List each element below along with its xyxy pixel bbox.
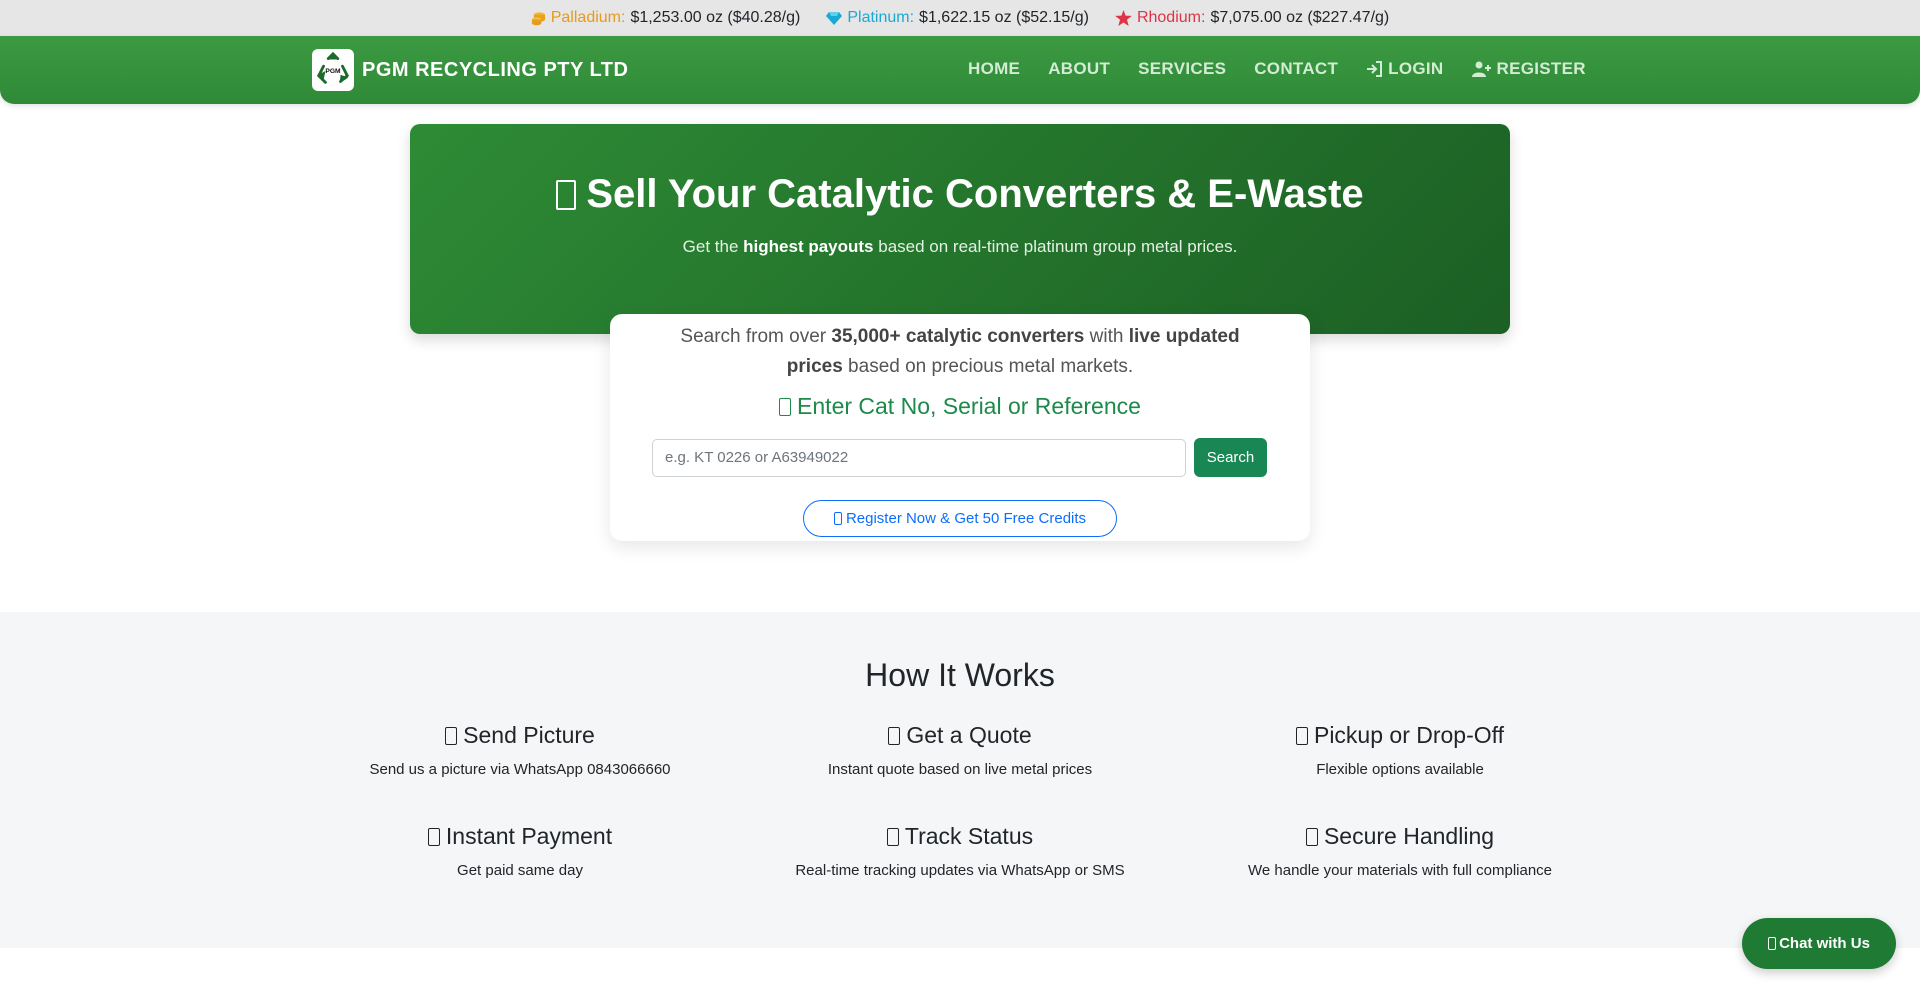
step-desc: We handle your materials with full compl… bbox=[1247, 862, 1553, 879]
search-intro-part: based on precious metal markets. bbox=[842, 356, 1134, 377]
user-plus-icon bbox=[1471, 61, 1491, 77]
hero-title-text: Sell Your Catalytic Converters & E-Waste bbox=[586, 172, 1364, 216]
search-heading: Enter Cat No, Serial or Reference bbox=[610, 393, 1310, 420]
step-title: Secure Handling bbox=[1180, 823, 1620, 850]
step-desc: Flexible options available bbox=[1316, 761, 1484, 778]
ticker-rhodium: Rhodium: $7,075.00 oz ($227.47/g) bbox=[1115, 9, 1389, 27]
search-intro-part: Search from over bbox=[680, 326, 832, 347]
step-instant-payment: Instant Payment Get paid same day bbox=[300, 823, 740, 879]
how-it-works-section: How It Works Send Picture Send us a pict… bbox=[0, 612, 1920, 948]
search-intro: Search from over 35,000+ catalytic conve… bbox=[660, 322, 1260, 382]
step-title: Get a Quote bbox=[740, 722, 1180, 749]
missing-glyph-icon bbox=[779, 397, 792, 416]
logo-text: PGM bbox=[325, 68, 341, 75]
missing-glyph-icon bbox=[1295, 726, 1308, 745]
missing-glyph-icon bbox=[888, 726, 901, 745]
ticker-platinum-value: $1,622.15 oz ($52.15/g) bbox=[919, 9, 1089, 26]
step-title: Send Picture bbox=[300, 722, 740, 749]
nav-about[interactable]: ABOUT bbox=[1048, 59, 1110, 79]
gem-icon bbox=[826, 12, 843, 25]
hero-banner: Sell Your Catalytic Converters & E-Waste… bbox=[410, 124, 1510, 334]
step-track-status: Track Status Real-time tracking updates … bbox=[740, 823, 1180, 879]
nav-contact[interactable]: CONTACT bbox=[1254, 59, 1338, 79]
missing-glyph-icon bbox=[833, 512, 842, 525]
step-title-text: Instant Payment bbox=[445, 823, 613, 849]
nav-register-label: REGISTER bbox=[1496, 59, 1586, 78]
missing-glyph-icon bbox=[1768, 937, 1777, 950]
sign-in-icon bbox=[1367, 61, 1383, 77]
nav-login-label: LOGIN bbox=[1388, 59, 1444, 78]
step-desc: Send us a picture via WhatsApp 084306666… bbox=[369, 761, 671, 778]
hero-subtitle: Get the highest payouts based on real-ti… bbox=[410, 237, 1510, 257]
search-heading-text: Enter Cat No, Serial or Reference bbox=[797, 393, 1141, 419]
step-title-text: Get a Quote bbox=[906, 722, 1032, 748]
main-nav: HOME ABOUT SERVICES CONTACT LOGIN REGIST… bbox=[968, 59, 1586, 79]
search-button[interactable]: Search bbox=[1194, 438, 1267, 477]
missing-glyph-icon bbox=[427, 827, 440, 846]
chat-with-us-button[interactable]: Chat with Us bbox=[1742, 918, 1896, 969]
step-title-text: Send Picture bbox=[463, 722, 595, 748]
register-credits-button[interactable]: Register Now & Get 50 Free Credits bbox=[803, 500, 1117, 537]
step-title: Track Status bbox=[740, 823, 1180, 850]
step-desc: Real-time tracking updates via WhatsApp … bbox=[795, 862, 1125, 879]
search-card: Search from over 35,000+ catalytic conve… bbox=[610, 314, 1310, 541]
hero-sub-bold: highest payouts bbox=[743, 237, 874, 256]
hero-sub-pre: Get the bbox=[682, 237, 744, 256]
search-intro-bold: 35,000+ catalytic converters bbox=[831, 326, 1085, 347]
step-title-text: Secure Handling bbox=[1323, 823, 1495, 849]
step-desc: Get paid same day bbox=[457, 862, 583, 879]
nav-home[interactable]: HOME bbox=[968, 59, 1020, 79]
missing-glyph-icon bbox=[556, 179, 577, 210]
star-icon bbox=[1115, 10, 1132, 26]
missing-glyph-icon bbox=[1305, 827, 1318, 846]
hero-title: Sell Your Catalytic Converters & E-Waste bbox=[410, 172, 1510, 217]
navbar: PGM PGM RECYCLING PTY LTD HOME ABOUT SER… bbox=[0, 36, 1920, 104]
metal-price-ticker: Palladium: $1,253.00 oz ($40.28/g) Plati… bbox=[0, 0, 1920, 36]
brand-link[interactable]: PGM PGM RECYCLING PTY LTD bbox=[312, 49, 628, 91]
hero-sub-post: based on real-time platinum group metal … bbox=[873, 237, 1238, 256]
nav-login[interactable]: LOGIN bbox=[1366, 59, 1443, 79]
step-desc: Instant quote based on live metal prices bbox=[827, 761, 1093, 778]
search-form: Search bbox=[652, 438, 1267, 477]
step-title-text: Pickup or Drop-Off bbox=[1313, 722, 1505, 748]
register-credits-label: Register Now & Get 50 Free Credits bbox=[845, 510, 1087, 527]
step-title-text: Track Status bbox=[904, 823, 1034, 849]
step-title: Instant Payment bbox=[300, 823, 740, 850]
brand-name: PGM RECYCLING PTY LTD bbox=[362, 58, 629, 81]
ticker-rhodium-name: Rhodium: bbox=[1136, 9, 1206, 26]
search-intro-part: with bbox=[1084, 326, 1129, 347]
step-title: Pickup or Drop-Off bbox=[1180, 722, 1620, 749]
ticker-platinum-name: Platinum: bbox=[847, 9, 915, 26]
recycle-logo-icon: PGM bbox=[312, 49, 354, 91]
step-send-picture: Send Picture Send us a picture via Whats… bbox=[300, 722, 740, 778]
nav-register[interactable]: REGISTER bbox=[1471, 59, 1586, 79]
ticker-palladium-name: Palladium: bbox=[550, 9, 626, 26]
step-pickup: Pickup or Drop-Off Flexible options avai… bbox=[1180, 722, 1620, 778]
ticker-palladium: Palladium: $1,253.00 oz ($40.28/g) bbox=[531, 9, 801, 27]
missing-glyph-icon bbox=[886, 827, 899, 846]
nav-services[interactable]: SERVICES bbox=[1138, 59, 1226, 79]
ticker-palladium-value: $1,253.00 oz ($40.28/g) bbox=[630, 9, 801, 26]
step-secure-handling: Secure Handling We handle your materials… bbox=[1180, 823, 1620, 879]
missing-glyph-icon bbox=[445, 726, 458, 745]
ticker-rhodium-value: $7,075.00 oz ($227.47/g) bbox=[1210, 9, 1390, 26]
ticker-platinum: Platinum: $1,622.15 oz ($52.15/g) bbox=[826, 9, 1089, 27]
step-get-quote: Get a Quote Instant quote based on live … bbox=[740, 722, 1180, 778]
search-input[interactable] bbox=[652, 438, 1186, 477]
coins-icon bbox=[531, 11, 545, 25]
how-it-works-title: How It Works bbox=[865, 657, 1055, 693]
chat-label: Chat with Us bbox=[1779, 935, 1870, 952]
